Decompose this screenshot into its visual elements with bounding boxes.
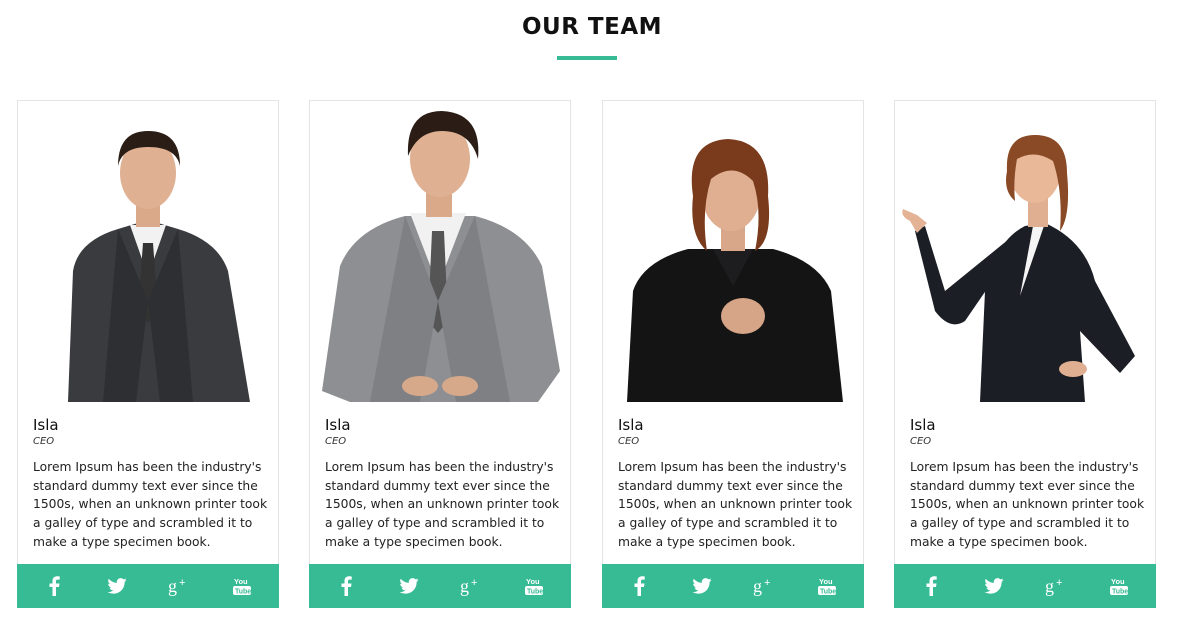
member-bio: Lorem Ipsum has been the industry's stan… (33, 460, 268, 549)
team-card: Isla CEO Lorem Ipsum has been the indust… (602, 100, 864, 608)
member-role: CEO (325, 436, 347, 447)
twitter-icon[interactable] (685, 569, 719, 603)
social-bar: g + You Tube (894, 564, 1156, 608)
svg-text:g: g (1045, 576, 1054, 596)
google-plus-icon[interactable]: g + (747, 569, 781, 603)
svg-text:+: + (764, 577, 770, 589)
svg-text:Tube: Tube (1112, 589, 1128, 596)
member-photo (895, 101, 1155, 402)
twitter-icon[interactable] (392, 569, 426, 603)
svg-text:+: + (1056, 577, 1062, 589)
title-underline (557, 56, 617, 60)
social-bar: g + You Tube (602, 564, 864, 608)
google-plus-icon[interactable]: g + (454, 569, 488, 603)
youtube-icon[interactable]: You Tube (225, 569, 259, 603)
svg-text:You: You (234, 577, 248, 586)
social-bar: g + You Tube (17, 564, 279, 608)
team-card: Isla CEO Lorem Ipsum has been the indust… (17, 100, 279, 608)
svg-text:Tube: Tube (235, 589, 251, 596)
google-plus-icon[interactable]: g + (1039, 569, 1073, 603)
member-name: Isla (618, 416, 644, 434)
svg-text:You: You (526, 577, 540, 586)
member-photo (18, 101, 278, 402)
google-plus-icon[interactable]: g + (162, 569, 196, 603)
twitter-icon[interactable] (100, 569, 134, 603)
svg-text:Tube: Tube (527, 589, 543, 596)
svg-text:+: + (179, 577, 185, 589)
social-bar: g + You Tube (309, 564, 571, 608)
member-photo (603, 101, 863, 402)
svg-text:You: You (819, 577, 833, 586)
svg-text:g: g (460, 576, 469, 596)
svg-text:+: + (471, 577, 477, 589)
team-section: OUR TEAM Isla CEO Lorem Ipsum has been t… (0, 0, 1184, 628)
member-role: CEO (910, 436, 932, 447)
member-role: CEO (618, 436, 640, 447)
twitter-icon[interactable] (977, 569, 1011, 603)
facebook-icon[interactable] (329, 569, 363, 603)
member-name: Isla (325, 416, 351, 434)
svg-text:g: g (753, 576, 762, 596)
team-card: Isla CEO Lorem Ipsum has been the indust… (309, 100, 571, 608)
member-name: Isla (33, 416, 59, 434)
member-bio: Lorem Ipsum has been the industry's stan… (910, 460, 1145, 549)
facebook-icon[interactable] (914, 569, 948, 603)
member-name: Isla (910, 416, 936, 434)
team-card: Isla CEO Lorem Ipsum has been the indust… (894, 100, 1156, 608)
svg-text:Tube: Tube (820, 589, 836, 596)
youtube-icon[interactable]: You Tube (810, 569, 844, 603)
member-bio: Lorem Ipsum has been the industry's stan… (618, 460, 853, 549)
facebook-icon[interactable] (622, 569, 656, 603)
section-title: OUR TEAM (521, 14, 663, 40)
youtube-icon[interactable]: You Tube (517, 569, 551, 603)
svg-text:g: g (168, 576, 177, 596)
svg-text:You: You (1111, 577, 1125, 586)
facebook-icon[interactable] (37, 569, 71, 603)
youtube-icon[interactable]: You Tube (1102, 569, 1136, 603)
member-photo (310, 101, 570, 402)
member-role: CEO (33, 436, 55, 447)
member-bio: Lorem Ipsum has been the industry's stan… (325, 460, 560, 549)
